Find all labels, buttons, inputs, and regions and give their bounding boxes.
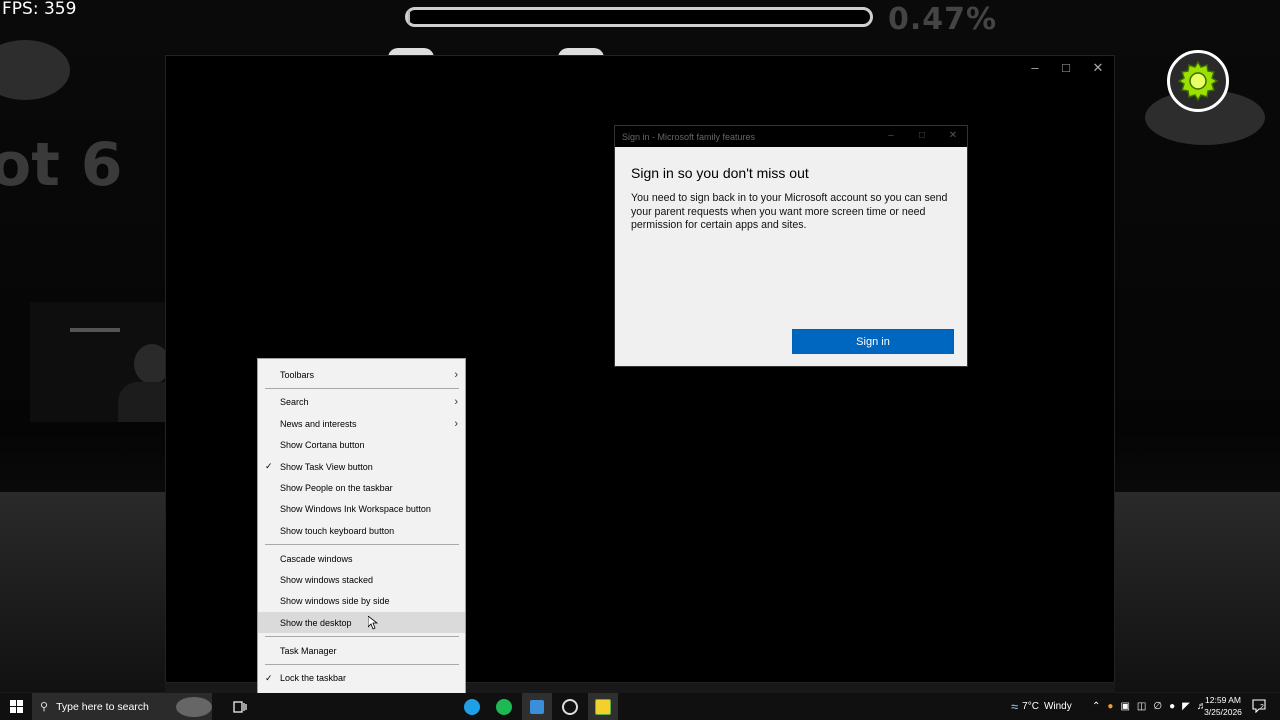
- maximize-button[interactable]: □: [1051, 60, 1081, 75]
- taskbar-context-menu: Toolbars › Search › News and interests › Show …: [257, 358, 466, 714]
- wind-icon: ≈: [1011, 699, 1019, 714]
- minimize-button[interactable]: –: [1020, 60, 1050, 75]
- menu-item-search[interactable]: Search ›: [258, 392, 465, 413]
- windows-logo-icon: [9, 700, 23, 713]
- menu-item-show-touch-keyboard-button[interactable]: Show touch keyboard button: [258, 520, 465, 541]
- game-settings-button[interactable]: [1167, 50, 1229, 112]
- geometry-dash-icon: [595, 698, 611, 715]
- menu-item-label: Show Cortana button: [280, 440, 365, 451]
- taskbar-app-spotify[interactable]: [489, 693, 519, 720]
- pa-icon: [530, 699, 544, 714]
- task-view-icon: [233, 700, 247, 713]
- network-off-icon[interactable]: ∅: [1153, 701, 1162, 712]
- menu-item-label: Show windows side by side: [280, 596, 390, 607]
- signin-maximize-button[interactable]: □: [914, 130, 930, 141]
- signin-heading: Sign in so you don't miss out: [631, 165, 809, 181]
- cloud-decoration: [0, 40, 70, 100]
- menu-item-show-windows-stacked[interactable]: Show windows stacked: [258, 569, 465, 590]
- search-highlight-art: [176, 697, 212, 717]
- edge-icon: [464, 698, 480, 715]
- menu-item-label: Task Manager: [280, 645, 337, 656]
- menu-item-cascade-windows[interactable]: Cascade windows: [258, 548, 465, 569]
- menu-item-show-the-desktop[interactable]: Show the desktop: [258, 612, 465, 634]
- menu-item-label: Show touch keyboard button: [280, 525, 395, 536]
- clock-time: 12:59 AM: [1205, 695, 1241, 705]
- taskbar: ⚲ ≈ 7°C Windy ⌃ ● ▣ ◫ ∅ ● ◤ ♬ 1: [0, 693, 1280, 720]
- microphone-icon[interactable]: ●: [1169, 701, 1175, 712]
- system-tray-icons: ⌃ ● ▣ ◫ ∅ ● ◤ ♬: [1092, 693, 1207, 720]
- webcam-caption: [70, 328, 120, 332]
- menu-item-label: Toolbars: [280, 369, 315, 380]
- taskbar-search-box[interactable]: ⚲: [32, 693, 212, 720]
- menu-item-show-windows-ink-workspace-button[interactable]: Show Windows Ink Workspace button: [258, 499, 465, 520]
- signin-minimize-button[interactable]: –: [883, 130, 899, 141]
- level-progress-percent: 0.47%: [888, 2, 998, 37]
- menu-item-show-windows-side-by-side[interactable]: Show windows side by side: [258, 591, 465, 612]
- search-input[interactable]: [54, 699, 179, 714]
- menu-item-label: Show Task View button: [280, 461, 373, 472]
- menu-item-show-cortana-button[interactable]: Show Cortana button: [258, 435, 465, 456]
- menu-separator: [265, 663, 459, 665]
- signin-message: You need to sign back in to your Microso…: [631, 192, 948, 232]
- ground-left: [0, 492, 165, 692]
- menu-item-label: Show People on the taskbar: [280, 483, 393, 494]
- file-icon[interactable]: ▣: [1120, 701, 1129, 712]
- menu-item-label: Cascade windows: [280, 553, 353, 564]
- level-progress-fill: [408, 10, 411, 24]
- taskbar-app-pa[interactable]: [522, 693, 552, 720]
- chevron-right-icon: ›: [454, 417, 458, 430]
- spotify-icon: [496, 698, 512, 715]
- taskbar-app-edge[interactable]: [457, 693, 487, 720]
- mouse-cursor-icon: [368, 616, 378, 630]
- signin-button[interactable]: Sign in: [792, 329, 954, 354]
- menu-item-label: Show Windows Ink Workspace button: [280, 504, 431, 515]
- attempt-counter: ot 6: [0, 130, 123, 200]
- chevron-right-icon: ›: [454, 368, 458, 381]
- menu-separator: [265, 544, 459, 546]
- chevron-up-icon[interactable]: ⌃: [1092, 701, 1100, 712]
- device-icon[interactable]: ◫: [1137, 701, 1146, 712]
- start-button[interactable]: [0, 693, 32, 720]
- close-button[interactable]: ✕: [1083, 60, 1113, 76]
- ground-right: [1115, 492, 1280, 692]
- menu-item-label: Show the desktop: [280, 617, 352, 628]
- signin-titlebar: Sign in - Microsoft family features – □ …: [615, 126, 967, 147]
- search-icon: ⚲: [40, 701, 49, 713]
- weather-temperature: 7°C: [1022, 701, 1039, 712]
- menu-item-show-people-on-the-taskbar[interactable]: Show People on the taskbar: [258, 477, 465, 498]
- weather-widget[interactable]: ≈ 7°C Windy: [1011, 693, 1072, 720]
- taskbar-app-geometry-dash[interactable]: [588, 693, 618, 720]
- menu-item-toolbars[interactable]: Toolbars ›: [258, 364, 465, 385]
- chevron-right-icon: ›: [454, 396, 458, 409]
- menu-item-lock-the-taskbar[interactable]: ✓ Lock the taskbar: [258, 668, 465, 689]
- task-view-button[interactable]: [225, 693, 255, 720]
- menu-separator: [265, 636, 459, 638]
- checkmark-icon: ✓: [265, 461, 273, 472]
- notification-center-button[interactable]: 2: [1252, 699, 1266, 714]
- weather-condition: Windy: [1043, 701, 1072, 712]
- signin-title: Sign in - Microsoft family features: [622, 131, 756, 142]
- taskbar-app-gauge[interactable]: [555, 693, 585, 720]
- color-app-icon[interactable]: ●: [1107, 701, 1113, 712]
- menu-item-label: Lock the taskbar: [280, 673, 347, 684]
- menu-item-show-task-view-button[interactable]: ✓ Show Task View button: [258, 456, 465, 477]
- signin-dialog: Sign in - Microsoft family features – □ …: [614, 125, 968, 367]
- system-clock[interactable]: 12:59 AM 3/25/2026: [1203, 694, 1243, 718]
- clock-date: 3/25/2026: [1204, 707, 1242, 717]
- gear-icon: [1177, 60, 1219, 102]
- menu-item-news-and-interests[interactable]: News and interests ›: [258, 413, 465, 434]
- menu-item-task-manager[interactable]: Task Manager: [258, 640, 465, 661]
- menu-item-label: Search: [280, 397, 309, 408]
- menu-item-label: News and interests: [280, 418, 357, 429]
- checkmark-icon: ✓: [265, 672, 273, 683]
- menu-separator: [265, 388, 459, 390]
- signin-close-button[interactable]: ✕: [945, 130, 961, 141]
- wifi-icon[interactable]: ◤: [1182, 701, 1190, 712]
- level-progress-bar: [405, 7, 873, 27]
- fps-counter: FPS: 359: [2, 0, 77, 19]
- menu-item-label: Show windows stacked: [280, 574, 374, 585]
- gauge-icon: [562, 698, 578, 715]
- notification-count: 2: [1260, 704, 1264, 711]
